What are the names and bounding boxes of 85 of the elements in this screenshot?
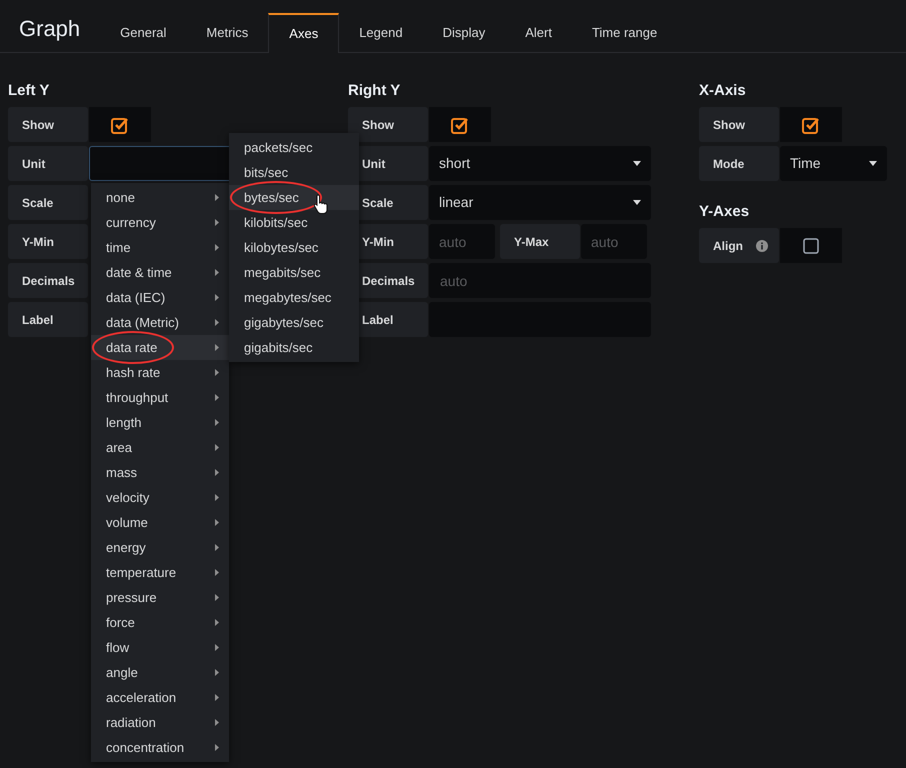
menu-item[interactable]: acceleration [91, 685, 229, 710]
submenu-arrow-icon [215, 219, 219, 226]
section-title: Right Y [348, 81, 402, 100]
input-field[interactable]: auto [429, 263, 651, 298]
menu-item[interactable]: area [91, 435, 229, 460]
tab[interactable]: Display [422, 13, 506, 53]
checkbox-field[interactable] [429, 107, 491, 142]
hand-cursor-icon [313, 194, 329, 214]
tab[interactable]: Alert [505, 13, 572, 53]
field-label: Show [699, 107, 779, 142]
menu-item[interactable]: mass [91, 460, 229, 485]
menu-item[interactable]: length [91, 410, 229, 435]
submenu-arrow-icon [215, 194, 219, 201]
tab[interactable]: Legend [339, 13, 423, 53]
menu-item[interactable]: force [91, 610, 229, 635]
submenu-arrow-icon [215, 394, 219, 401]
field-label: Y-Min [8, 224, 88, 259]
submenu-arrow-icon [215, 369, 219, 376]
submenu-arrow-icon [215, 569, 219, 576]
menu-item[interactable]: throughput [91, 385, 229, 410]
submenu-arrow-icon [215, 419, 219, 426]
tab[interactable]: Metrics [186, 13, 268, 53]
field-label: Decimals [8, 263, 88, 298]
menu-item[interactable]: date & time [91, 260, 229, 285]
field-label: Unit [8, 146, 88, 181]
submenu-arrow-icon [215, 244, 219, 251]
submenu-arrow-icon [215, 469, 219, 476]
input-field[interactable]: auto [581, 224, 647, 259]
field-label: Y-Max [500, 224, 580, 259]
input-field[interactable]: auto [429, 224, 495, 259]
section-title: Y-Axes [699, 202, 750, 221]
section-title: Left Y [8, 81, 50, 100]
section-title: X-Axis [699, 81, 747, 100]
field-label: Scale [8, 185, 88, 220]
caret-icon [633, 200, 641, 205]
field-label: Label [8, 302, 88, 337]
menu-item[interactable]: pressure [91, 585, 229, 610]
submenu-arrow-icon [215, 519, 219, 526]
menu-item[interactable]: gigabits/sec [229, 335, 359, 360]
menu-item[interactable]: hash rate [91, 360, 229, 385]
input-field[interactable] [429, 302, 651, 337]
menu-item[interactable]: data (Metric) [91, 310, 229, 335]
field-label: Show [8, 107, 88, 142]
tab[interactable]: Axes [268, 13, 340, 53]
submenu-arrow-icon [215, 269, 219, 276]
panel-title: Graph [18, 15, 82, 43]
submenu-arrow-icon [215, 619, 219, 626]
menu-item[interactable]: time [91, 235, 229, 260]
submenu-arrow-icon [215, 669, 219, 676]
select-field[interactable]: short [429, 146, 651, 181]
menu-item[interactable]: radiation [91, 710, 229, 735]
checkbox-field[interactable] [89, 107, 151, 142]
submenu-arrow-icon [215, 594, 219, 601]
caret-icon [633, 161, 641, 166]
menu-item[interactable]: currency [91, 210, 229, 235]
menu-item[interactable]: temperature [91, 560, 229, 585]
submenu-arrow-icon [215, 694, 219, 701]
menu-item[interactable]: angle [91, 660, 229, 685]
checkbox-field[interactable] [780, 228, 842, 263]
submenu-arrow-icon [215, 544, 219, 551]
submenu-arrow-icon [215, 719, 219, 726]
field-label: Show [348, 107, 428, 142]
select-field[interactable]: linear [429, 185, 651, 220]
field-label: Align [699, 228, 779, 263]
menu-item[interactable]: data (IEC) [91, 285, 229, 310]
menu-item[interactable]: concentration [91, 735, 229, 760]
checkbox-field[interactable] [780, 107, 842, 142]
tab[interactable]: General [100, 13, 186, 53]
submenu-arrow-icon [215, 744, 219, 751]
tab[interactable]: Time range [572, 13, 678, 53]
field-label: Mode [699, 146, 779, 181]
menu-item[interactable]: energy [91, 535, 229, 560]
submenu-arrow-icon [215, 644, 219, 651]
submenu-arrow-icon [215, 344, 219, 351]
menu-item[interactable]: none [91, 185, 229, 210]
menu-item[interactable]: volume [91, 510, 229, 535]
submenu-arrow-icon [215, 494, 219, 501]
caret-icon [869, 161, 877, 166]
menu-item[interactable]: flow [91, 635, 229, 660]
checkbox-icon[interactable] [803, 238, 819, 254]
submenu-arrow-icon [215, 444, 219, 451]
submenu-arrow-icon [215, 319, 219, 326]
select-field[interactable]: Time [780, 146, 887, 181]
menu-item[interactable]: velocity [91, 485, 229, 510]
submenu-arrow-icon [215, 294, 219, 301]
